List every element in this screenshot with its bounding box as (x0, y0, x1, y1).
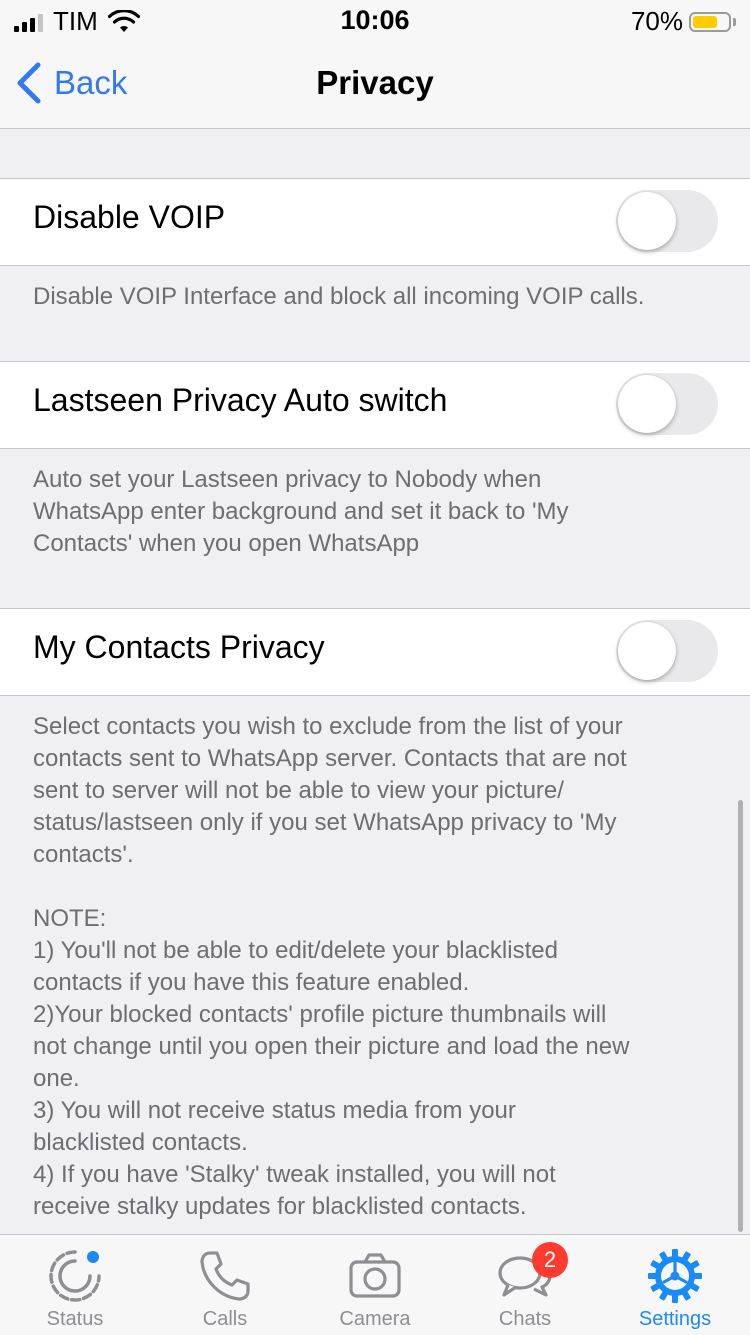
setting-footer-disable-voip: Disable VOIP Interface and block all inc… (33, 283, 645, 310)
gear-icon (648, 1249, 702, 1303)
tab-bar: Status Calls Camera 2 Chats Settings (0, 1234, 750, 1335)
setting-label: Lastseen Privacy Auto switch (33, 382, 448, 418)
battery-icon (689, 11, 731, 32)
navigation-bar: Back Privacy (0, 40, 750, 129)
setting-label: Disable VOIP (33, 199, 226, 235)
setting-row-my-contacts-privacy: My Contacts Privacy (0, 608, 750, 696)
setting-row-disable-voip: Disable VOIP (0, 178, 750, 266)
tab-label: Camera (339, 1308, 411, 1330)
tab-label: Settings (638, 1308, 712, 1330)
tab-label: Calls (202, 1308, 248, 1330)
toggle-knob (618, 192, 676, 250)
toggle-knob (618, 622, 676, 680)
privacy-settings-list[interactable]: Disable VOIP Disable VOIP Interface and … (0, 129, 750, 1234)
battery-cap (733, 17, 736, 26)
tab-label: Status (46, 1308, 104, 1330)
setting-footer-lastseen-auto-switch: Auto set your Lastseen privacy to Nobody… (33, 466, 569, 557)
page-title: Privacy (316, 64, 434, 101)
camera-icon (349, 1253, 401, 1298)
battery-percentage: 70% (630, 6, 683, 36)
toggle-knob (618, 375, 676, 433)
status-bar-right: 70% (631, 6, 736, 37)
chats-unread-badge: 2 (532, 1242, 568, 1278)
setting-footer-my-contacts-privacy: Select contacts you wish to exclude from… (33, 713, 630, 1220)
tab-label: Chats (498, 1308, 552, 1330)
tab-calls[interactable]: Calls (150, 1235, 300, 1335)
tab-chats[interactable]: 2 Chats (450, 1235, 600, 1335)
setting-label: My Contacts Privacy (33, 629, 325, 665)
tab-settings[interactable]: Settings (600, 1235, 750, 1335)
tab-status[interactable]: Status (0, 1235, 150, 1335)
lastseen-auto-switch-toggle[interactable] (616, 373, 718, 435)
tab-camera[interactable]: Camera (300, 1235, 450, 1335)
my-contacts-privacy-toggle[interactable] (616, 620, 718, 682)
disable-voip-toggle[interactable] (616, 190, 718, 252)
status-bar: TIM 10:06 70% (0, 0, 750, 40)
status-icon (49, 1250, 101, 1302)
battery-level-fill (693, 15, 717, 28)
scrollbar[interactable] (738, 800, 743, 1232)
setting-row-lastseen-auto-switch: Lastseen Privacy Auto switch (0, 361, 750, 449)
phone-icon (200, 1251, 250, 1301)
